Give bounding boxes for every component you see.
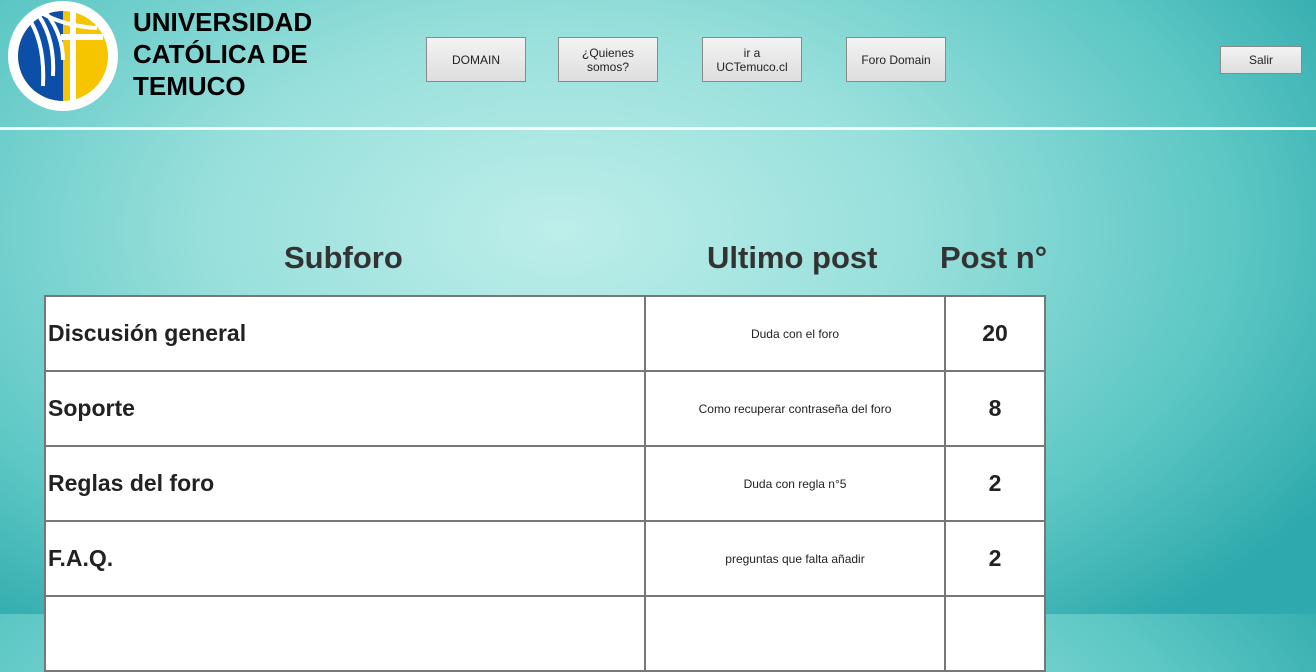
university-name-line-3: TEMUCO — [133, 71, 246, 101]
column-header-ultimo-post: Ultimo post — [707, 240, 878, 275]
last-post[interactable]: Como recuperar contraseña del foro — [644, 370, 946, 447]
nav-quienes-somos-button[interactable]: ¿Quienes somos? — [558, 37, 658, 82]
subforum-name[interactable] — [44, 595, 646, 672]
table-row[interactable]: Discusión general Duda con el foro 20 — [44, 295, 1046, 372]
last-post[interactable]: Duda con regla n°5 — [644, 445, 946, 522]
table-row[interactable]: Reglas del foro Duda con regla n°5 2 — [44, 445, 1046, 522]
subforum-name[interactable]: F.A.Q. — [44, 520, 646, 597]
last-post[interactable]: Duda con el foro — [644, 295, 946, 372]
post-count: 2 — [944, 445, 1046, 522]
university-name-line-1: UNIVERSIDAD — [133, 7, 313, 37]
table-row[interactable] — [44, 595, 1046, 672]
table-row[interactable]: F.A.Q. preguntas que falta añadir 2 — [44, 520, 1046, 597]
column-header-subforo: Subforo — [284, 240, 403, 275]
university-logo — [8, 1, 118, 111]
header-divider — [0, 127, 1316, 130]
university-name: UNIVERSIDAD CATÓLICA DE TEMUCO — [133, 6, 312, 102]
nav-domain-button[interactable]: DOMAIN — [426, 37, 526, 82]
forum-table: Discusión general Duda con el foro 20 So… — [44, 295, 1046, 672]
nav-uctemuco-button[interactable]: ir a UCTemuco.cl — [702, 37, 802, 82]
subforum-name[interactable]: Reglas del foro — [44, 445, 646, 522]
last-post[interactable] — [644, 595, 946, 672]
table-row[interactable]: Soporte Como recuperar contraseña del fo… — [44, 370, 1046, 447]
university-name-line-2: CATÓLICA DE — [133, 39, 308, 69]
post-count: 8 — [944, 370, 1046, 447]
nav-foro-domain-button[interactable]: Foro Domain — [846, 37, 946, 82]
post-count: 20 — [944, 295, 1046, 372]
post-count — [944, 595, 1046, 672]
column-header-post-count: Post n° — [940, 240, 1048, 275]
logout-button[interactable]: Salir — [1220, 46, 1302, 74]
subforum-name[interactable]: Discusión general — [44, 295, 646, 372]
post-count: 2 — [944, 520, 1046, 597]
subforum-name[interactable]: Soporte — [44, 370, 646, 447]
last-post[interactable]: preguntas que falta añadir — [644, 520, 946, 597]
